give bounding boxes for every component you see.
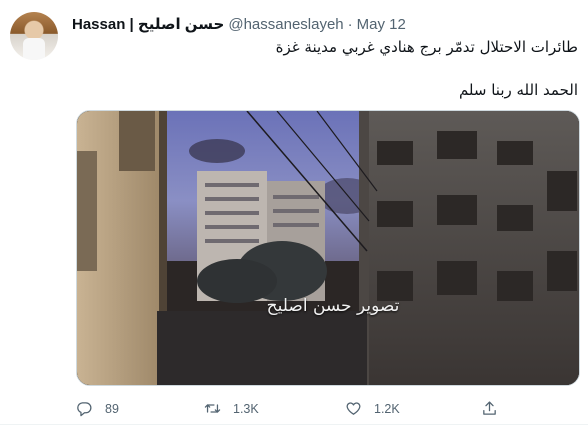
reply-button[interactable]: 89 [76, 400, 119, 417]
tweet-media-video[interactable]: تصوير حسن اصليح [76, 110, 580, 386]
avatar-figure [23, 38, 45, 60]
display-name[interactable]: Hassan | حسن اصليح [72, 15, 224, 33]
avatar[interactable] [10, 12, 58, 60]
share-button[interactable] [481, 400, 498, 417]
reply-count: 89 [105, 401, 119, 416]
separator-dot: · [347, 15, 353, 33]
retweet-count: 1.3K [233, 401, 259, 416]
tweet-date[interactable]: May 12 [357, 16, 406, 33]
like-count: 1.2K [374, 401, 400, 416]
tweet[interactable]: Hassan | حسن اصليح @hassaneslayeh · May … [0, 0, 588, 425]
share-icon [483, 401, 496, 415]
video-watermark: تصوير حسن اصليح [266, 296, 400, 316]
retweet-button[interactable]: 1.3K [204, 400, 259, 417]
user-handle[interactable]: @hassaneslayeh [228, 16, 343, 33]
heart-icon [346, 402, 361, 415]
video-frame [77, 111, 579, 385]
tweet-text-line-1: طائرات الاحتلال تدمّر برج هنادي غربي مدي… [275, 38, 578, 56]
tweet-actions: 89 1.3K 1.2K [76, 400, 576, 422]
like-button[interactable]: 1.2K [345, 400, 400, 417]
reply-icon [77, 402, 92, 417]
retweet-icon [204, 404, 221, 413]
tweet-header: Hassan | حسن اصليح @hassaneslayeh · May … [72, 14, 406, 34]
tweet-text-line-2: الحمد الله ربنا سلم [458, 81, 578, 99]
